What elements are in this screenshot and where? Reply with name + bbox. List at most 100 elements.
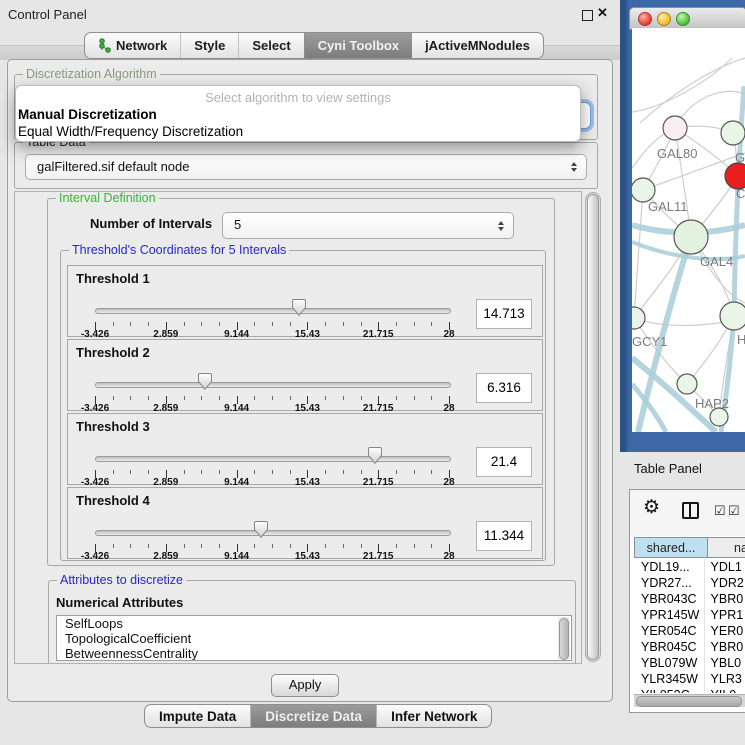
dropdown-option-manual[interactable]: Manual Discretization: [16, 107, 580, 124]
slider-handle-icon[interactable]: [292, 299, 306, 316]
group-title: Attributes to discretize: [57, 573, 186, 587]
list-item[interactable]: TopologicalCoefficient: [57, 631, 571, 646]
scrollbar-thumb[interactable]: [636, 696, 742, 707]
node-gal80[interactable]: [663, 116, 687, 140]
interval-definition-group: Interval Definition Number of Intervals …: [47, 198, 555, 566]
tab-style[interactable]: Style: [180, 33, 238, 58]
slider-track[interactable]: [95, 530, 451, 536]
cyni-mode-tabs: Impute Data Discretize Data Infer Networ…: [144, 704, 492, 728]
node-gal4[interactable]: [674, 220, 708, 254]
slider-handle-icon[interactable]: [198, 373, 212, 390]
table-row[interactable]: YDR27...YDR2: [634, 575, 745, 591]
slider-track[interactable]: [95, 308, 451, 314]
column-header-shared-name[interactable]: shared...: [634, 537, 708, 558]
threshold-slider[interactable]: [95, 520, 449, 542]
dropdown-placeholder-option[interactable]: Select algorithm to view settings: [16, 86, 580, 107]
tick-label: 28: [443, 551, 454, 562]
node-hap2[interactable]: [677, 374, 697, 394]
table-row[interactable]: YLR345WYLR3: [634, 671, 745, 687]
gear-icon[interactable]: ⚙: [643, 496, 660, 519]
threshold-label: Threshold 2: [76, 345, 150, 360]
threshold-value-field[interactable]: 11.344: [476, 521, 532, 551]
network-canvas[interactable]: GAL80 GA C GAL11 GAL4 GCY1 H HAP2: [632, 28, 745, 432]
table-data-combobox[interactable]: galFiltered.sif default node: [25, 154, 587, 180]
table-row[interactable]: YER054CYER0: [634, 623, 745, 639]
column-header-name[interactable]: na: [708, 537, 745, 558]
node-label: C: [736, 186, 745, 201]
tab-network[interactable]: Network: [85, 33, 180, 58]
settings-scroll-area: Interval Definition Number of Intervals …: [14, 191, 582, 664]
threshold-value-field[interactable]: 14.713: [476, 299, 532, 329]
table-rows[interactable]: YDL19...YDL1YDR27...YDR2YBR043CYBR0YPR14…: [634, 559, 745, 693]
group-title: Threshold's Coordinates for 5 Intervals: [69, 243, 289, 257]
attributes-group: Attributes to discretize Numerical Attri…: [48, 580, 576, 664]
app-window: Control Panel ✕ Network Style Select Cyn…: [0, 0, 745, 745]
table-row[interactable]: YDL19...YDL1: [634, 559, 745, 575]
zoom-traffic-light-icon[interactable]: [676, 12, 690, 26]
table-header: shared... na: [634, 537, 745, 558]
list-item[interactable]: BetweennessCentrality: [57, 646, 571, 661]
table-panel-title: Table Panel: [634, 461, 702, 476]
minimize-traffic-light-icon[interactable]: [657, 12, 671, 26]
close-icon[interactable]: ✕: [597, 5, 608, 21]
number-of-intervals-combobox[interactable]: 5: [222, 212, 514, 239]
threshold-panel: Threshold 1 -3.4262.8599.14415.4321.7152…: [67, 265, 543, 337]
settings-scrollbar[interactable]: [585, 192, 601, 662]
scrollbar-thumb[interactable]: [559, 618, 569, 660]
control-panel-tabs: Network Style Select Cyni Toolbox jActiv…: [84, 32, 544, 59]
threshold-value-field[interactable]: 6.316: [476, 373, 532, 403]
apply-button[interactable]: Apply: [271, 674, 339, 697]
node-gcy1[interactable]: [632, 307, 645, 329]
node-label: GAL11: [648, 199, 688, 214]
close-traffic-light-icon[interactable]: [638, 12, 652, 26]
node-label: GCY1: [632, 334, 667, 349]
tab-infer-network[interactable]: Infer Network: [376, 705, 491, 727]
combo-stepper-icon[interactable]: [498, 221, 504, 231]
node-partial-h[interactable]: [720, 302, 745, 330]
float-window-icon[interactable]: [582, 10, 593, 21]
table-hscrollbar[interactable]: [634, 694, 745, 707]
network-icon: [98, 38, 111, 53]
tab-cyni-toolbox[interactable]: Cyni Toolbox: [304, 33, 412, 58]
threshold-panel: Threshold 4 -3.4262.8599.14415.4321.7152…: [67, 487, 543, 559]
threshold-slider[interactable]: [95, 372, 449, 394]
table-row[interactable]: YIL052CYIL0: [634, 687, 745, 693]
slider-track[interactable]: [95, 382, 451, 388]
tab-select[interactable]: Select: [238, 33, 303, 58]
table-row[interactable]: YBL079WYBL0: [634, 655, 745, 671]
tick-label: -3.426: [81, 551, 109, 562]
list-item[interactable]: SelfLoops: [57, 616, 571, 631]
node-label: GAL80: [657, 146, 697, 161]
tick-label: 2.859: [153, 551, 178, 562]
table-row[interactable]: YBR045CYBR0: [634, 639, 745, 655]
checkbox-icon[interactable]: ☑: [728, 503, 740, 519]
combo-stepper-icon[interactable]: [571, 162, 577, 172]
tab-jactivemnodules[interactable]: jActiveMNodules: [412, 33, 543, 58]
number-of-intervals-label: Number of Intervals: [90, 216, 212, 231]
threshold-slider[interactable]: [95, 446, 449, 468]
tick-label: 15.43: [295, 551, 320, 562]
list-scrollbar[interactable]: [558, 617, 570, 659]
table-row[interactable]: YPR145WYPR1: [634, 607, 745, 623]
slider-track[interactable]: [95, 456, 451, 462]
threshold-value-field[interactable]: 21.4: [476, 447, 532, 477]
slider-tick-labels: -3.4262.8599.14415.4321.71528: [95, 551, 449, 562]
scrollbar-thumb[interactable]: [587, 194, 599, 660]
table-data-group: Table Data galFiltered.sif default node: [14, 142, 598, 189]
tick-label: 21.715: [363, 551, 394, 562]
dropdown-option-equal-width[interactable]: Equal Width/Frequency Discretization: [16, 124, 580, 141]
numerical-attributes-list[interactable]: SelfLoopsTopologicalCoefficientBetweenne…: [56, 615, 572, 661]
tab-discretize-data[interactable]: Discretize Data: [250, 705, 376, 727]
threshold-coordinates-group: Threshold's Coordinates for 5 Intervals …: [60, 250, 546, 561]
node-label: GA: [735, 150, 745, 165]
attribute-items: SelfLoopsTopologicalCoefficientBetweenne…: [57, 616, 571, 661]
node-partial-g[interactable]: [721, 121, 745, 145]
threshold-slider[interactable]: [95, 298, 449, 320]
checkbox-icon[interactable]: ☑: [714, 503, 726, 519]
split-columns-icon[interactable]: [682, 502, 699, 519]
tab-impute-data[interactable]: Impute Data: [145, 705, 250, 727]
slider-handle-icon[interactable]: [254, 521, 268, 538]
slider-handle-icon[interactable]: [368, 447, 382, 464]
table-row[interactable]: YBR043CYBR0: [634, 591, 745, 607]
group-title: Discretization Algorithm: [23, 67, 160, 81]
